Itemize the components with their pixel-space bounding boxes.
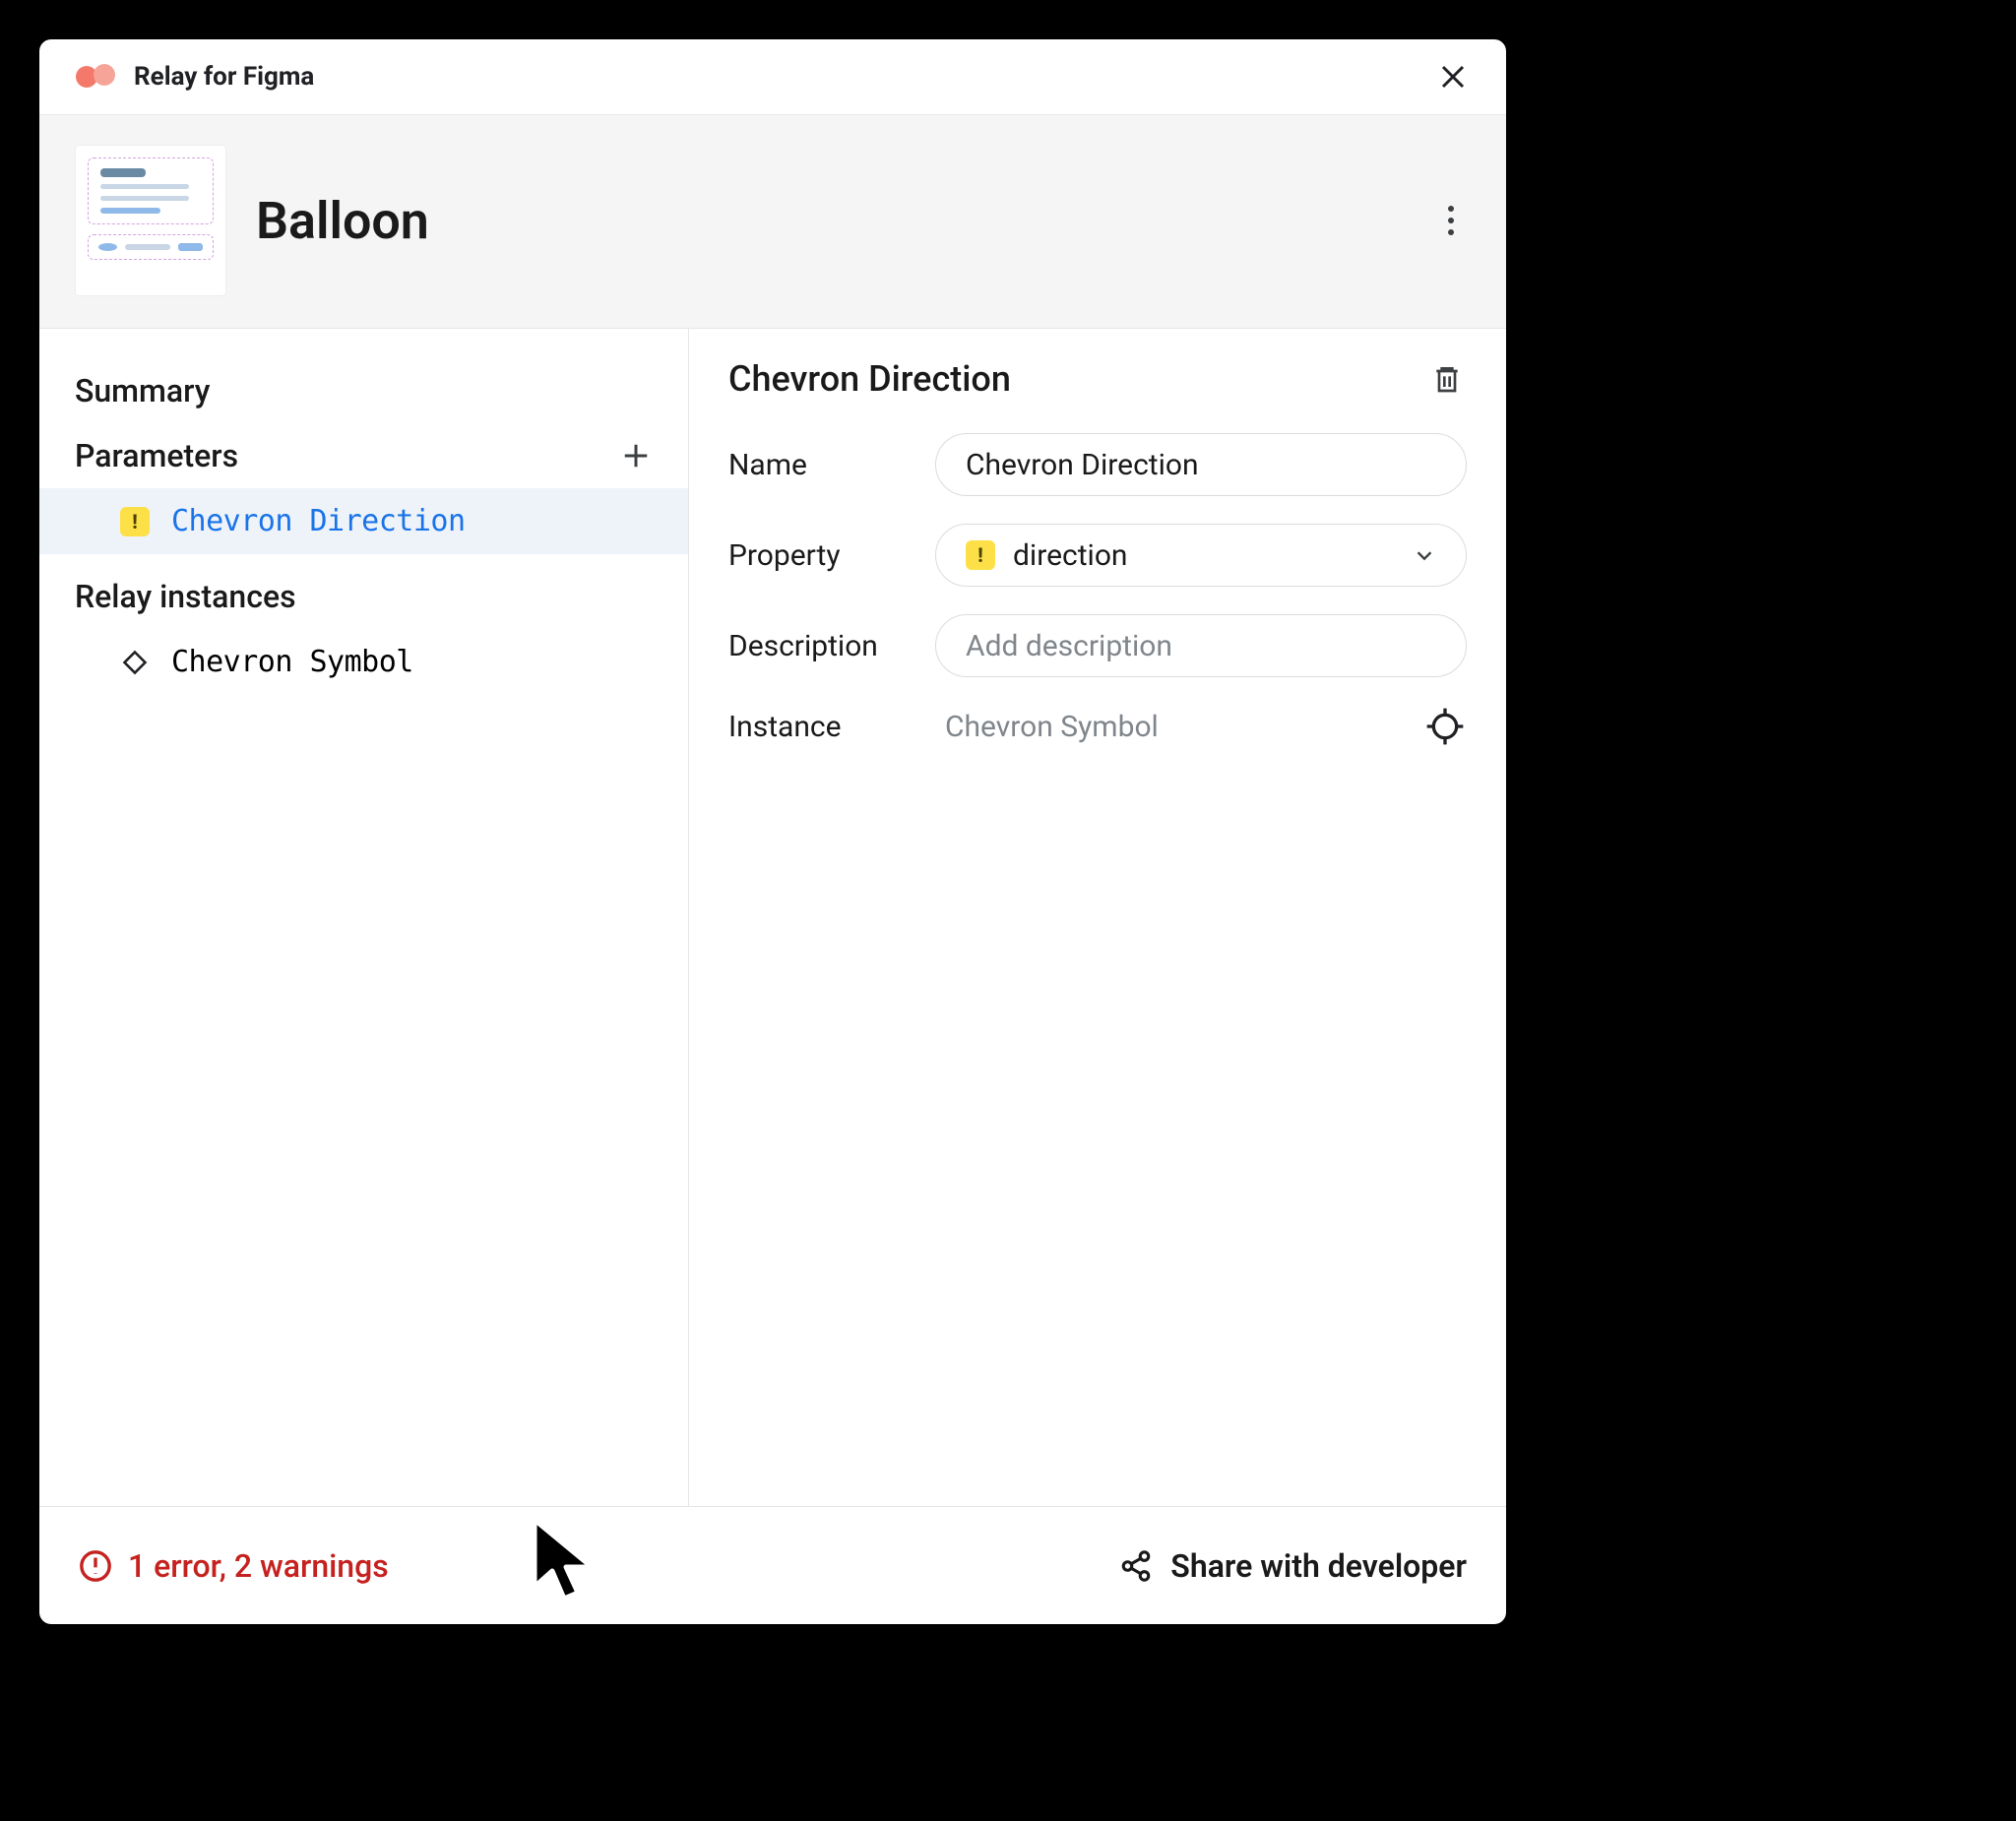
component-thumbnail (75, 145, 226, 296)
relay-logo-icon (75, 63, 120, 91)
share-label: Share with developer (1170, 1547, 1467, 1585)
footer: 1 error, 2 warnings Share with developer (39, 1506, 1506, 1624)
delete-parameter-button[interactable] (1427, 359, 1467, 399)
plugin-title: Relay for Figma (134, 62, 314, 92)
property-value: direction (1013, 538, 1128, 573)
errors-text: 1 error, 2 warnings (128, 1547, 389, 1585)
relay-plugin-window: Relay for Figma Balloon (39, 39, 1506, 1624)
sidebar-parameters-header: Parameters (39, 423, 688, 488)
close-icon (1438, 62, 1468, 92)
description-input[interactable]: Add description (935, 614, 1467, 677)
crosshair-icon (1425, 707, 1465, 746)
errors-link[interactable]: 1 error, 2 warnings (79, 1547, 389, 1585)
field-name: Name Chevron Direction (728, 433, 1467, 496)
field-property: Property ! direction (728, 524, 1467, 587)
summary-label: Summary (75, 372, 210, 409)
detail-header: Chevron Direction (728, 358, 1467, 400)
share-with-developer-button[interactable]: Share with developer (1119, 1547, 1467, 1585)
titlebar: Relay for Figma (39, 39, 1506, 115)
sidebar-summary[interactable]: Summary (39, 358, 688, 423)
instance-icon (118, 646, 152, 679)
instance-name: Chevron Symbol (171, 645, 413, 679)
name-label: Name (728, 448, 915, 482)
share-icon (1119, 1549, 1153, 1583)
property-select[interactable]: ! direction (935, 524, 1467, 587)
relay-instances-label: Relay instances (75, 578, 296, 615)
sidebar-instance-chevron-symbol[interactable]: Chevron Symbol (39, 629, 688, 695)
add-parameter-button[interactable] (619, 439, 653, 472)
sidebar-relay-instances-header: Relay instances (39, 564, 688, 629)
sidebar: Summary Parameters ! Chevron Direction R… (39, 329, 689, 1506)
instance-value: Chevron Symbol (935, 710, 1404, 744)
name-input[interactable]: Chevron Direction (935, 433, 1467, 496)
name-value: Chevron Direction (966, 448, 1199, 482)
warning-icon: ! (118, 505, 152, 538)
main-content: Summary Parameters ! Chevron Direction R… (39, 329, 1506, 1506)
detail-panel: Chevron Direction Name Chevron Direction… (689, 329, 1506, 1506)
parameters-label: Parameters (75, 437, 238, 474)
trash-icon (1431, 363, 1463, 395)
component-name: Balloon (256, 191, 429, 251)
error-icon (79, 1549, 112, 1583)
detail-title: Chevron Direction (728, 358, 1011, 400)
parameter-name: Chevron Direction (171, 504, 466, 538)
component-menu-button[interactable] (1431, 201, 1471, 240)
property-label: Property (728, 538, 915, 573)
description-placeholder: Add description (966, 629, 1172, 663)
plus-icon (621, 441, 651, 471)
field-description: Description Add description (728, 614, 1467, 677)
description-label: Description (728, 629, 915, 663)
more-vertical-icon (1447, 205, 1455, 236)
warning-icon: ! (966, 540, 995, 570)
close-button[interactable] (1435, 59, 1471, 94)
locate-instance-button[interactable] (1423, 705, 1467, 748)
sidebar-parameter-chevron-direction[interactable]: ! Chevron Direction (39, 488, 688, 554)
chevron-down-icon (1413, 543, 1436, 567)
component-header: Balloon (39, 115, 1506, 329)
field-instance: Instance Chevron Symbol (728, 705, 1467, 748)
instance-label: Instance (728, 710, 915, 744)
